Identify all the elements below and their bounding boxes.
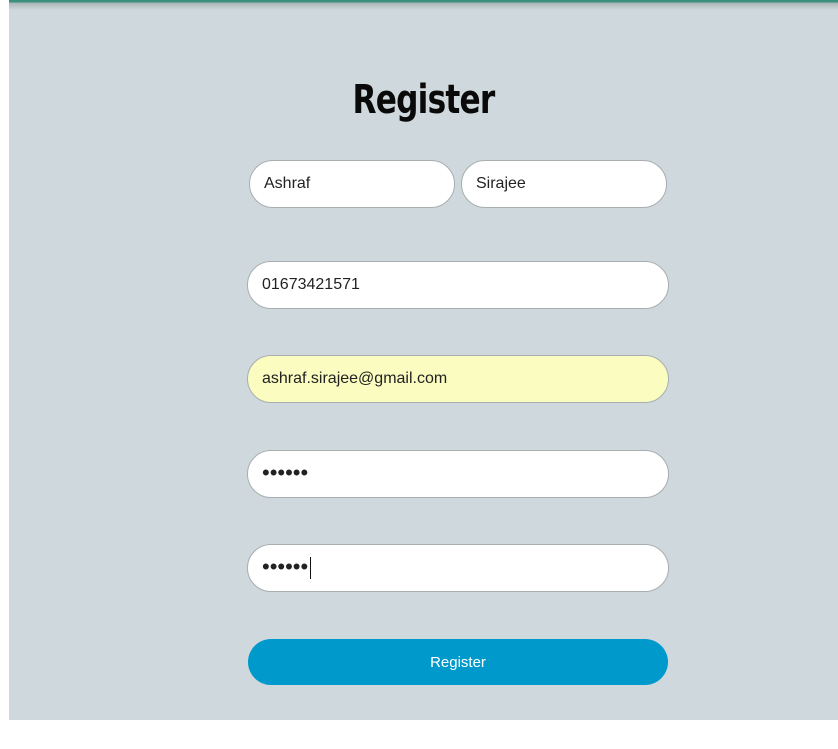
top-accent-bar (9, 0, 838, 10)
register-page: Register Register (9, 0, 838, 720)
phone-input[interactable] (247, 261, 669, 309)
page-title: Register (352, 77, 495, 123)
email-input[interactable] (247, 355, 669, 403)
text-cursor (310, 557, 311, 579)
last-name-input[interactable] (461, 160, 667, 208)
first-name-input[interactable] (249, 160, 455, 208)
password-input[interactable] (247, 450, 669, 498)
register-button[interactable]: Register (248, 639, 668, 685)
